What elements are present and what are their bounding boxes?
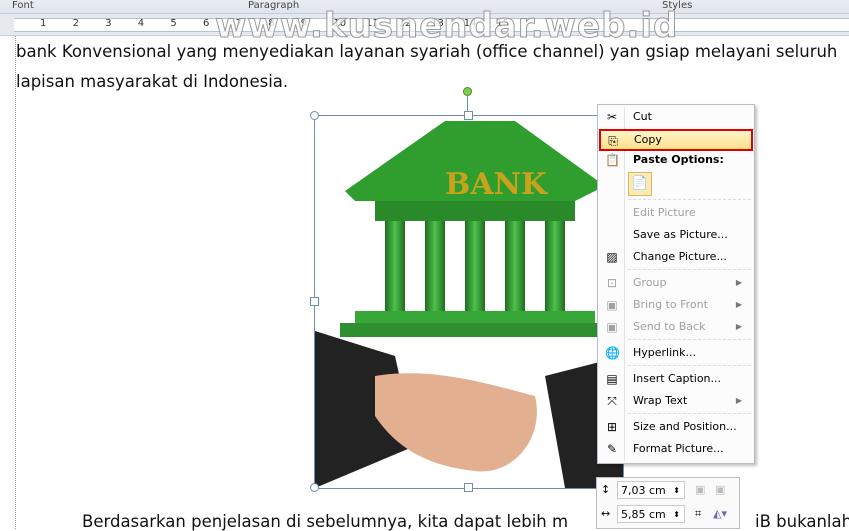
menu-item-size-and-position[interactable]: ⊞ Size and Position...: [600, 417, 750, 437]
menu-item-group: ⊡ Group ▶: [600, 273, 750, 293]
menu-item-change-picture[interactable]: ▨ Change Picture...: [600, 247, 750, 267]
hyperlink-icon: 🌐: [605, 346, 620, 360]
text-line: Berdasarkan penjelasan di sebelumnya, ki…: [82, 512, 569, 531]
text-line: bank Konvensional yang menyediakan layan…: [16, 42, 838, 61]
menu-item-label: Send to Back: [633, 320, 706, 333]
paste-keep-format-button[interactable]: 📄: [628, 172, 652, 196]
menu-item-format-picture[interactable]: ✎ Format Picture...: [600, 439, 750, 459]
menu-separator: [628, 365, 751, 366]
send-back-icon[interactable]: ▣: [715, 483, 725, 496]
send-back-icon: ▣: [606, 320, 618, 334]
selected-picture[interactable]: BANK: [314, 115, 624, 489]
bring-front-icon: ▣: [606, 298, 618, 312]
menu-item-paste-options: 📋 Paste Options:: [600, 150, 750, 170]
rotate-handle[interactable]: [463, 87, 472, 96]
scissors-icon: ✂: [606, 110, 618, 124]
menu-item-label: Group: [633, 276, 667, 289]
resize-handle[interactable]: [464, 483, 473, 492]
menu-item-label: Edit Picture: [633, 206, 696, 219]
resize-handle[interactable]: [310, 297, 319, 306]
wrap-text-icon: ⤧: [607, 394, 617, 408]
text-line: iB bukanlah: [755, 512, 849, 531]
crop-icon[interactable]: ⌗: [695, 507, 701, 521]
menu-item-label: Wrap Text: [633, 394, 688, 407]
submenu-arrow-icon: ▶: [735, 322, 742, 331]
group-icon: ⊡: [606, 276, 618, 290]
resize-handle[interactable]: [310, 111, 319, 120]
margin-line: [15, 36, 16, 529]
menu-item-cut[interactable]: ✂ Cut: [600, 107, 750, 127]
menu-item-label: Change Picture...: [633, 250, 727, 263]
ruler-number: 1: [40, 18, 47, 29]
size-icon: ⊞: [606, 420, 618, 434]
watermark: www.kusnendar.web.id: [214, 6, 679, 47]
ruler-number: 3: [105, 18, 112, 29]
ruler-number: 4: [137, 18, 145, 29]
paste-icon: 📋: [605, 153, 620, 167]
menu-item-insert-caption[interactable]: ▤ Insert Caption...: [600, 369, 750, 389]
menu-item-label: Size and Position...: [633, 420, 737, 433]
menu-item-save-as-picture[interactable]: Save as Picture...: [600, 225, 750, 245]
bank-sign: BANK: [445, 167, 548, 202]
height-icon: ↕: [601, 483, 611, 496]
bring-front-icon[interactable]: ▣: [695, 483, 705, 496]
menu-item-label: Copy: [634, 133, 662, 146]
rotate-handle-stem: [467, 96, 468, 111]
submenu-arrow-icon: ▶: [735, 396, 742, 405]
menu-item-edit-picture: Edit Picture: [600, 203, 750, 223]
rotate-icon[interactable]: ◭▾: [713, 507, 727, 520]
menu-item-label: Cut: [633, 110, 652, 123]
submenu-arrow-icon: ▶: [735, 278, 742, 287]
menu-item-label: Paste Options:: [633, 153, 724, 166]
ruler-number: 2: [72, 18, 79, 29]
menu-item-bring-to-front: ▣ Bring to Front ▶: [600, 295, 750, 315]
ruler-number: 5: [170, 18, 177, 29]
mini-toolbar: ↕ 7,03 cm ⬍ ↔ 5,85 cm ⬍ ▣ ▣ ⌗ ◭▾: [596, 477, 740, 529]
menu-separator: [628, 339, 751, 340]
submenu-arrow-icon: ▶: [735, 300, 742, 309]
menu-item-wrap-text[interactable]: ⤧ Wrap Text ▶: [600, 391, 750, 411]
menu-item-hyperlink[interactable]: 🌐 Hyperlink...: [600, 343, 750, 363]
resize-handle[interactable]: [310, 483, 319, 492]
width-field[interactable]: 5,85 cm ⬍: [617, 505, 685, 523]
format-picture-icon: ✎: [606, 442, 618, 456]
change-picture-icon: ▨: [606, 250, 618, 264]
width-icon: ↔: [601, 507, 611, 520]
menu-separator: [628, 269, 751, 270]
menu-item-label: Format Picture...: [633, 442, 724, 455]
resize-handle[interactable]: [464, 111, 473, 120]
menu-item-copy[interactable]: ⎘ Copy: [599, 129, 753, 151]
menu-separator: [628, 199, 751, 200]
menu-item-label: Insert Caption...: [633, 372, 722, 385]
copy-icon: ⎘: [608, 134, 618, 148]
context-menu: ✂ Cut ⎘ Copy 📋 Paste Options: Edit Picture Save…: [597, 104, 755, 464]
ruler-number: 6: [203, 18, 210, 29]
height-field[interactable]: 7,03 cm ⬍: [617, 481, 685, 499]
ribbon-group-font: Font: [12, 0, 34, 11]
menu-item-label: Hyperlink...: [633, 346, 696, 359]
text-line: lapisan masyarakat di Indonesia.: [16, 72, 289, 91]
menu-item-label: Bring to Front: [633, 298, 708, 311]
menu-item-send-to-back: ▣ Send to Back ▶: [600, 317, 750, 337]
caption-icon: ▤: [606, 372, 618, 386]
menu-item-label: Save as Picture...: [633, 228, 728, 241]
menu-separator: [628, 413, 751, 414]
